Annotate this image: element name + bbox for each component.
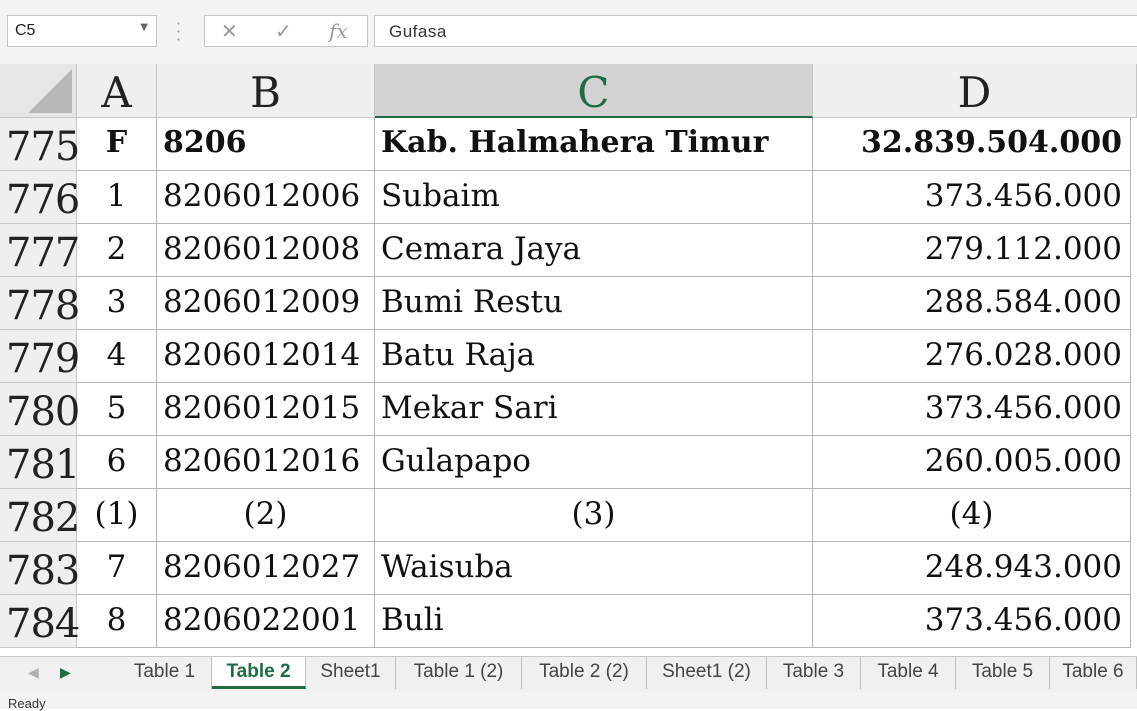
cell-a[interactable]: 1 (77, 171, 157, 224)
column-header-b[interactable]: B (157, 64, 375, 118)
row-header[interactable]: 778 (0, 277, 80, 330)
cell-d[interactable]: 248.943.000 (813, 542, 1131, 595)
cell-a[interactable]: (1) (77, 489, 157, 542)
row-header[interactable]: 782 (0, 489, 80, 542)
cell-a[interactable]: 4 (77, 330, 157, 383)
cell-c[interactable]: Gulapapo (375, 436, 813, 489)
cell-b[interactable]: 8206012027 (157, 542, 375, 595)
cell-b[interactable]: (2) (157, 489, 375, 542)
row-header[interactable]: 781 (0, 436, 80, 489)
cell-d[interactable]: 288.584.000 (813, 277, 1131, 330)
cell-a[interactable]: 7 (77, 542, 157, 595)
row-header[interactable]: 780 (0, 383, 80, 436)
scroll-left-icon[interactable]: ◀ (28, 665, 39, 681)
row-header[interactable]: 783 (0, 542, 80, 595)
column-header-c[interactable]: C (375, 64, 813, 118)
cell-c[interactable]: Cemara Jaya (375, 224, 813, 277)
select-all-button[interactable] (0, 64, 77, 118)
row-header[interactable]: 775 (0, 118, 80, 171)
sheet-tab[interactable]: Table 1 (118, 657, 212, 689)
name-box[interactable]: C5 ▼ (7, 15, 157, 47)
formula-value: Gufasa (389, 22, 447, 41)
cell-c[interactable]: Subaim (375, 171, 813, 224)
cell-a[interactable]: 5 (77, 383, 157, 436)
sheet-tab[interactable]: Table 2 (2) (522, 657, 647, 689)
cell-c[interactable]: Waisuba (375, 542, 813, 595)
column-header-a[interactable]: A (77, 64, 157, 118)
scroll-right-icon[interactable]: ▶ (60, 665, 71, 681)
formula-buttons: ✕ ✓ fx (204, 15, 368, 47)
cell-a[interactable]: 6 (77, 436, 157, 489)
cell-c[interactable]: Buli (375, 595, 813, 648)
cell-c[interactable]: Bumi Restu (375, 277, 813, 330)
cell-d[interactable]: 276.028.000 (813, 330, 1131, 383)
name-box-value: C5 (15, 22, 36, 39)
row-header[interactable]: 784 (0, 595, 80, 648)
cell-d[interactable]: 32.839.504.000 (813, 118, 1131, 171)
row-header[interactable]: 779 (0, 330, 80, 383)
cell-d[interactable]: 373.456.000 (813, 171, 1131, 224)
sheet-tab[interactable]: Sheet1 (2) (647, 657, 767, 689)
cell-b[interactable]: 8206 (157, 118, 375, 171)
formula-bar: C5 ▼ · · · ✕ ✓ fx Gufasa (0, 0, 1137, 64)
cancel-icon[interactable]: ✕ (221, 19, 238, 43)
sheet-tab[interactable]: Table 6 (1050, 657, 1137, 689)
cell-b[interactable]: 8206022001 (157, 595, 375, 648)
cell-a[interactable]: F (77, 118, 157, 171)
cell-b[interactable]: 8206012009 (157, 277, 375, 330)
cell-d[interactable]: 279.112.000 (813, 224, 1131, 277)
cell-b[interactable]: 8206012008 (157, 224, 375, 277)
select-all-icon (28, 69, 72, 113)
cell-a[interactable]: 8 (77, 595, 157, 648)
chevron-down-icon[interactable]: ▼ (140, 22, 148, 33)
sheet-tab[interactable]: Table 2 (212, 657, 306, 689)
cell-c[interactable]: Mekar Sari (375, 383, 813, 436)
insert-function-icon[interactable]: fx (329, 19, 348, 43)
status-bar: Ready (0, 692, 1137, 711)
sheet-tab[interactable]: Table 3 (767, 657, 861, 689)
cell-d[interactable]: (4) (813, 489, 1131, 542)
cell-d[interactable]: 373.456.000 (813, 595, 1131, 648)
drag-handle-icon[interactable]: · · · (176, 16, 182, 48)
cell-d[interactable]: 260.005.000 (813, 436, 1131, 489)
sheet-tab[interactable]: Table 1 (2) (396, 657, 522, 689)
formula-input[interactable]: Gufasa (374, 15, 1137, 47)
cell-b[interactable]: 8206012015 (157, 383, 375, 436)
spreadsheet-grid: ABCD 775 F 8206 Kab. Halmahera Timur 32.839.… (0, 64, 1137, 656)
cell-d[interactable]: 373.456.000 (813, 383, 1131, 436)
cell-c[interactable]: (3) (375, 489, 813, 542)
sheet-tab[interactable]: Sheet1 (306, 657, 396, 689)
cell-a[interactable]: 2 (77, 224, 157, 277)
sheet-tab[interactable]: Table 4 (861, 657, 956, 689)
sheet-tabs-bar: ◀ ▶ Table 1 Table 2 Sheet1 Table 1 (2) Table… (0, 656, 1137, 693)
cell-b[interactable]: 8206012016 (157, 436, 375, 489)
cell-c[interactable]: Batu Raja (375, 330, 813, 383)
cell-c[interactable]: Kab. Halmahera Timur (375, 118, 813, 171)
column-header-d[interactable]: D (813, 64, 1137, 118)
cell-b[interactable]: 8206012006 (157, 171, 375, 224)
cell-b[interactable]: 8206012014 (157, 330, 375, 383)
cell-a[interactable]: 3 (77, 277, 157, 330)
enter-check-icon[interactable]: ✓ (275, 19, 292, 43)
row-header[interactable]: 776 (0, 171, 80, 224)
row-header[interactable]: 777 (0, 224, 80, 277)
sheet-tab[interactable]: Table 5 (956, 657, 1050, 689)
